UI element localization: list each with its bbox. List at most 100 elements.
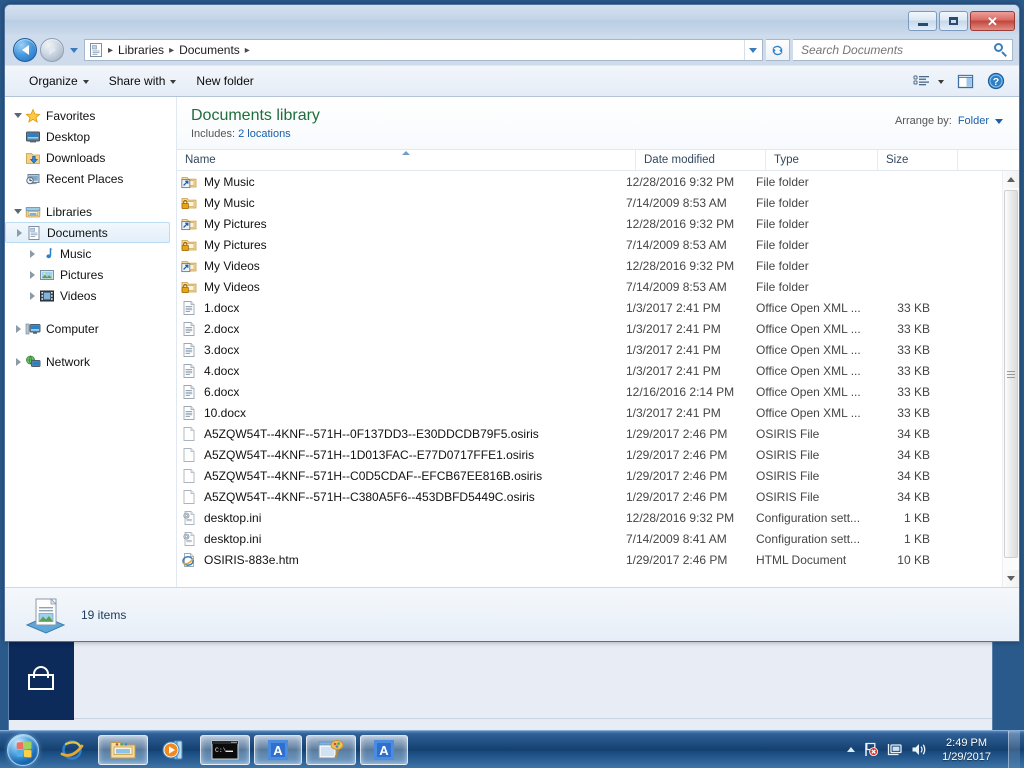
file-name-cell[interactable]: My Videos	[177, 258, 618, 274]
refresh-button[interactable]	[766, 39, 790, 61]
column-header-spacer[interactable]	[957, 150, 1019, 170]
file-name-cell[interactable]: My Videos	[177, 279, 618, 295]
table-row[interactable]: 3.docx 1/3/2017 2:41 PM Office Open XML ..…	[177, 339, 1002, 360]
volume-icon[interactable]	[910, 741, 927, 758]
search-box[interactable]	[793, 39, 1013, 61]
taskbar-windows-explorer[interactable]	[98, 734, 148, 765]
breadcrumb-documents[interactable]: Documents	[176, 43, 243, 57]
file-name-cell[interactable]: A5ZQW54T--4KNF--571H--C380A5F6--453DBFD5…	[177, 489, 618, 505]
address-dropdown-button[interactable]	[744, 40, 760, 60]
column-header-date-modified[interactable]: Date modified	[635, 150, 765, 170]
table-row[interactable]: OSIRIS-883e.htm 1/29/2017 2:46 PM HTML Doc…	[177, 549, 1002, 570]
close-button[interactable]: ✕	[970, 11, 1015, 31]
column-header-name[interactable]: Name	[177, 150, 635, 170]
vertical-scrollbar[interactable]	[1002, 171, 1019, 587]
expand-toggle[interactable]	[25, 249, 39, 258]
expand-toggle[interactable]	[25, 291, 39, 300]
file-name-cell[interactable]: My Music	[177, 174, 618, 190]
file-name-cell[interactable]: My Pictures	[177, 216, 618, 232]
address-bar[interactable]: ▸ Libraries ▸ Documents ▸	[84, 39, 763, 61]
table-row[interactable]: 4.docx 1/3/2017 2:41 PM Office Open XML ..…	[177, 360, 1002, 381]
file-name-cell[interactable]: 2.docx	[177, 321, 618, 337]
table-row[interactable]: 6.docx 12/16/2016 2:14 PM Office Open XML …	[177, 381, 1002, 402]
sidebar-item-videos[interactable]: Videos	[5, 285, 176, 306]
table-row[interactable]: 1.docx 1/3/2017 2:41 PM Office Open XML ..…	[177, 297, 1002, 318]
file-rows[interactable]: My Music 12/28/2016 9:32 PM File folder My …	[177, 171, 1002, 587]
table-row[interactable]: A5ZQW54T--4KNF--571H--0F137DD3--E30DDCDB…	[177, 423, 1002, 444]
title-bar[interactable]: ✕	[5, 5, 1019, 35]
file-name-cell[interactable]: 3.docx	[177, 342, 618, 358]
expand-toggle[interactable]	[12, 228, 26, 237]
table-row[interactable]: desktop.ini 12/28/2016 9:32 PM Configurati…	[177, 507, 1002, 528]
help-button[interactable]: ?	[981, 69, 1011, 93]
scrollbar-track[interactable]	[1003, 188, 1019, 570]
sidebar-item-downloads[interactable]: Downloads	[5, 147, 176, 168]
table-row[interactable]: My Videos 7/14/2009 8:53 AM File folder	[177, 276, 1002, 297]
navigation-pane[interactable]: Favorites Desktop Downloads Recent Place…	[5, 97, 177, 587]
recent-pages-button[interactable]	[67, 39, 81, 61]
new-folder-button[interactable]: New folder	[186, 69, 263, 93]
expand-toggle[interactable]	[11, 324, 25, 333]
file-name-cell[interactable]: A5ZQW54T--4KNF--571H--1D013FAC--E77D0717…	[177, 447, 618, 463]
clock[interactable]: 2:49 PM 1/29/2017	[934, 736, 999, 764]
expand-toggle[interactable]	[25, 270, 39, 279]
share-with-button[interactable]: Share with	[99, 69, 187, 93]
sidebar-item-network[interactable]: Network	[5, 351, 176, 372]
table-row[interactable]: My Videos 12/28/2016 9:32 PM File folder	[177, 255, 1002, 276]
collapse-toggle[interactable]	[11, 113, 25, 118]
table-row[interactable]: My Pictures 7/14/2009 8:53 AM File folder	[177, 234, 1002, 255]
sidebar-item-recent-places[interactable]: Recent Places	[5, 168, 176, 189]
show-hidden-icons-button[interactable]	[847, 747, 856, 752]
taskbar-app-a-1[interactable]: A	[254, 734, 302, 765]
action-center-icon[interactable]	[862, 741, 879, 758]
start-button[interactable]	[0, 732, 46, 768]
column-header-size[interactable]: Size	[877, 150, 957, 170]
table-row[interactable]: My Pictures 12/28/2016 9:32 PM File folder	[177, 213, 1002, 234]
organize-button[interactable]: Organize	[19, 69, 99, 93]
file-name-cell[interactable]: OSIRIS-883e.htm	[177, 552, 618, 568]
table-row[interactable]: My Music 7/14/2009 8:53 AM File folder	[177, 192, 1002, 213]
table-row[interactable]: 2.docx 1/3/2017 2:41 PM Office Open XML ..…	[177, 318, 1002, 339]
sidebar-item-pictures[interactable]: Pictures	[5, 264, 176, 285]
network-icon[interactable]	[886, 741, 903, 758]
scroll-down-button[interactable]	[1003, 570, 1019, 587]
table-row[interactable]: My Music 12/28/2016 9:32 PM File folder	[177, 171, 1002, 192]
file-name-cell[interactable]: desktop.ini	[177, 510, 618, 526]
file-name-cell[interactable]: 1.docx	[177, 300, 618, 316]
change-view-button[interactable]	[907, 69, 950, 93]
show-desktop-button[interactable]	[1008, 730, 1020, 768]
sidebar-item-documents[interactable]: Documents	[5, 222, 170, 243]
scrollbar-thumb[interactable]	[1004, 190, 1018, 558]
table-row[interactable]: 10.docx 1/3/2017 2:41 PM Office Open XML .…	[177, 402, 1002, 423]
includes-locations-link[interactable]: 2 locations	[238, 128, 291, 140]
expand-toggle[interactable]	[11, 357, 25, 366]
sidebar-item-computer[interactable]: Computer	[5, 318, 176, 339]
table-row[interactable]: A5ZQW54T--4KNF--571H--C0D5CDAF--EFCB67EE…	[177, 465, 1002, 486]
file-name-cell[interactable]: My Music	[177, 195, 618, 211]
sidebar-group-libraries[interactable]: Libraries	[5, 201, 176, 222]
collapse-toggle[interactable]	[11, 209, 25, 214]
taskbar-app-a-2[interactable]: A	[360, 734, 408, 765]
sidebar-group-favorites[interactable]: Favorites	[5, 105, 176, 126]
column-header-type[interactable]: Type	[765, 150, 877, 170]
scroll-up-button[interactable]	[1003, 171, 1019, 188]
forward-button[interactable]	[40, 38, 64, 62]
sidebar-item-music[interactable]: Music	[5, 243, 176, 264]
search-input[interactable]	[801, 43, 994, 57]
breadcrumb-libraries[interactable]: Libraries	[115, 43, 167, 57]
taskbar-media-player[interactable]	[152, 735, 196, 765]
table-row[interactable]: A5ZQW54T--4KNF--571H--1D013FAC--E77D0717…	[177, 444, 1002, 465]
taskbar-internet-explorer[interactable]	[50, 735, 94, 765]
file-name-cell[interactable]: My Pictures	[177, 237, 618, 253]
back-button[interactable]	[13, 38, 37, 62]
file-name-cell[interactable]: A5ZQW54T--4KNF--571H--C0D5CDAF--EFCB67EE…	[177, 468, 618, 484]
sidebar-item-desktop[interactable]: Desktop	[5, 126, 176, 147]
taskbar-command-prompt[interactable]: C:\	[200, 734, 250, 765]
file-name-cell[interactable]: 6.docx	[177, 384, 618, 400]
file-name-cell[interactable]: 10.docx	[177, 405, 618, 421]
minimize-button[interactable]	[908, 11, 937, 31]
file-name-cell[interactable]: 4.docx	[177, 363, 618, 379]
preview-pane-button[interactable]	[950, 69, 981, 93]
maximize-button[interactable]	[939, 11, 968, 31]
file-name-cell[interactable]: A5ZQW54T--4KNF--571H--0F137DD3--E30DDCDB…	[177, 426, 618, 442]
